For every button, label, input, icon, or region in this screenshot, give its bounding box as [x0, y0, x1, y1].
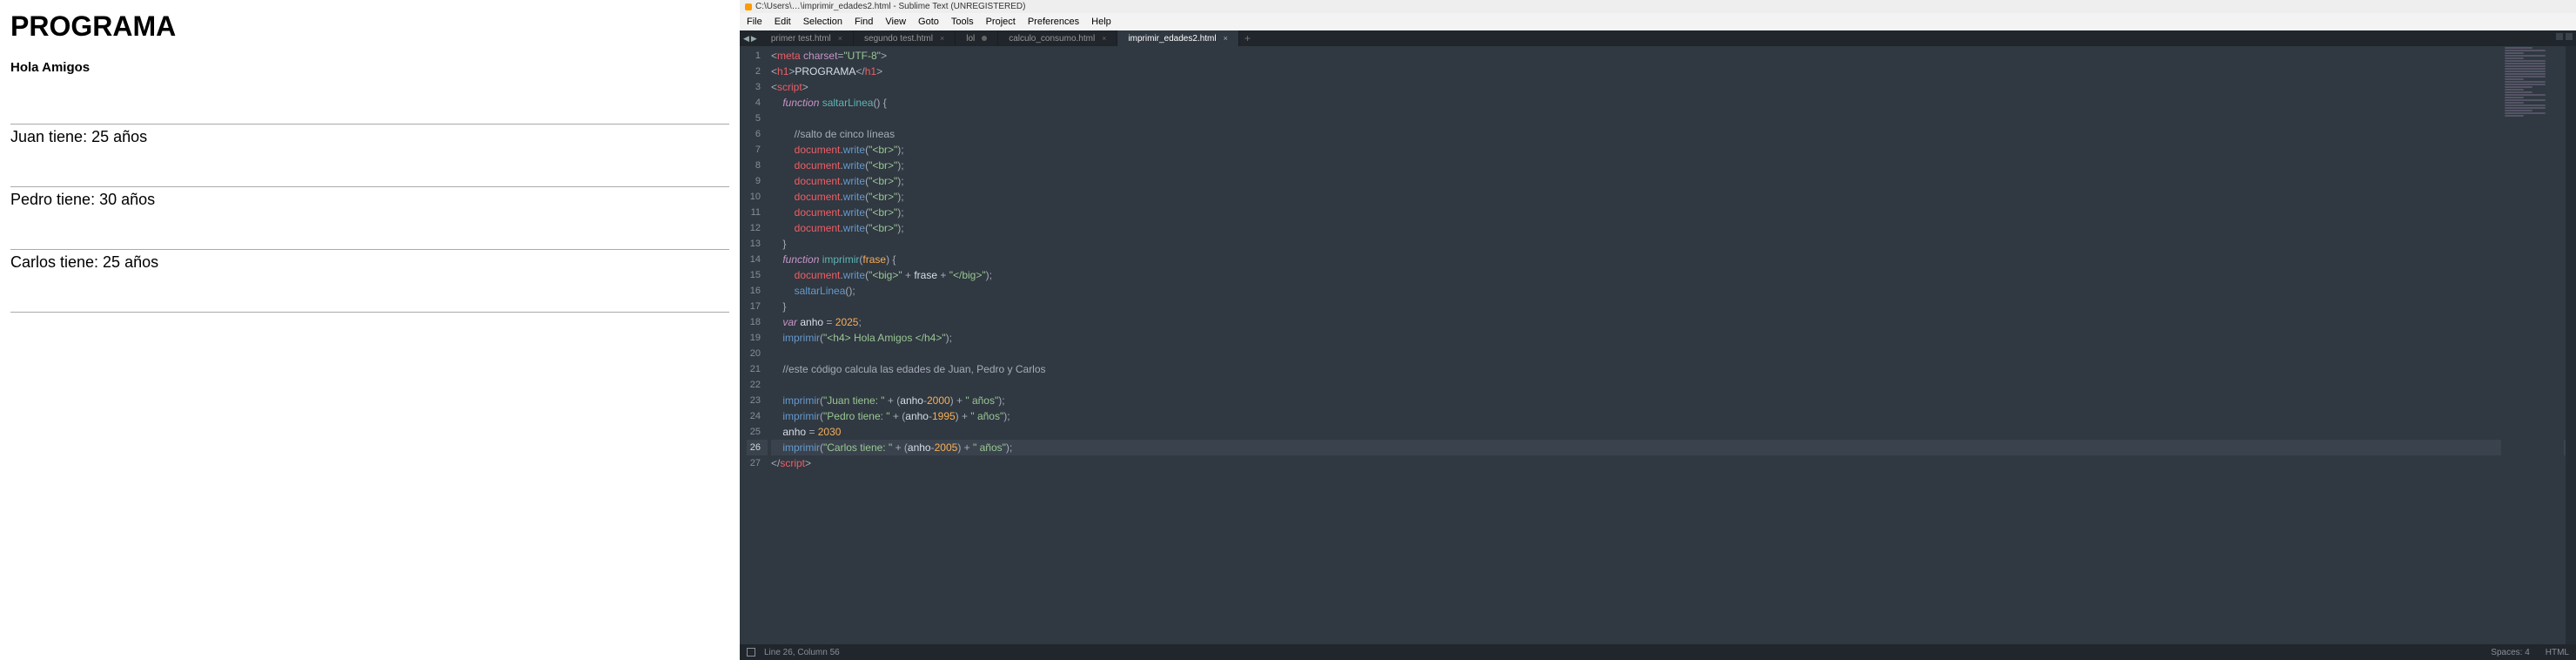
menu-goto[interactable]: Goto — [918, 15, 939, 29]
close-icon[interactable]: × — [940, 34, 944, 43]
vertical-scrollbar[interactable] — [2566, 46, 2576, 644]
tab-nav-fwd-icon[interactable]: ▶ — [751, 34, 757, 44]
menu-view[interactable]: View — [885, 15, 906, 29]
menu-find[interactable]: Find — [855, 15, 873, 29]
tab-label: segundo test.html — [864, 34, 933, 44]
app-icon — [745, 3, 752, 10]
window-titlebar: C:\Users\…\imprimir_edades2.html - Subli… — [740, 0, 2576, 13]
tab-segundo-test[interactable]: segundo test.html × — [854, 30, 956, 46]
menu-tools[interactable]: Tools — [951, 15, 974, 29]
tab-label: imprimir_edades2.html — [1128, 34, 1216, 44]
browser-preview: PROGRAMA Hola Amigos Juan tiene: 25 años… — [0, 0, 740, 660]
window-title: C:\Users\…\imprimir_edades2.html - Subli… — [755, 2, 1025, 11]
code[interactable]: <meta charset="UTF-8"><h1>PROGRAMA</h1><… — [768, 46, 2576, 644]
code-area[interactable]: 1234567891011121314151617181920212223242… — [740, 46, 2576, 644]
close-icon[interactable]: × — [1102, 34, 1106, 43]
editor: C:\Users\…\imprimir_edades2.html - Subli… — [740, 0, 2576, 660]
hr — [10, 124, 729, 125]
tab-primer-test[interactable]: primer test.html × — [761, 30, 854, 46]
statusbar: Line 26, Column 56 Spaces: 4 HTML — [740, 644, 2576, 660]
menu-file[interactable]: File — [747, 15, 762, 29]
page-subtitle: Hola Amigos — [10, 60, 729, 75]
menu-help[interactable]: Help — [1091, 15, 1111, 29]
status-cursor: Line 26, Column 56 — [764, 648, 840, 657]
tab-calculo-consumo[interactable]: calculo_consumo.html × — [998, 30, 1117, 46]
new-tab-icon[interactable]: + — [1244, 32, 1251, 44]
hr — [10, 186, 729, 187]
page-title: PROGRAMA — [10, 10, 729, 43]
preview-line: Carlos tiene: 25 años — [10, 253, 158, 271]
tab-label: primer test.html — [771, 34, 831, 44]
dirty-icon — [982, 36, 987, 41]
hr — [10, 312, 729, 313]
menu-project[interactable]: Project — [986, 15, 1016, 29]
status-syntax[interactable]: HTML — [2546, 648, 2569, 657]
close-icon[interactable]: × — [1224, 34, 1228, 43]
minimap[interactable] — [2501, 46, 2564, 644]
hr — [10, 249, 729, 250]
layout-grid-icon[interactable] — [2556, 33, 2573, 40]
menu-preferences[interactable]: Preferences — [1028, 15, 1079, 29]
panel-switcher-icon[interactable] — [747, 648, 755, 657]
tab-label: calculo_consumo.html — [1009, 34, 1095, 44]
tab-imprimir-edades2[interactable]: imprimir_edades2.html × — [1117, 30, 1238, 46]
tab-lol[interactable]: lol — [956, 30, 998, 46]
close-icon[interactable]: × — [838, 34, 842, 43]
menubar: File Edit Selection Find View Goto Tools… — [740, 13, 2576, 30]
menu-edit[interactable]: Edit — [775, 15, 791, 29]
tab-label: lol — [966, 34, 975, 44]
menu-selection[interactable]: Selection — [803, 15, 842, 29]
tabbar: ◀ ▶ primer test.html × segundo test.html… — [740, 30, 2576, 46]
status-spaces[interactable]: Spaces: 4 — [2491, 648, 2529, 657]
gutter: 1234567891011121314151617181920212223242… — [740, 46, 768, 644]
preview-line: Pedro tiene: 30 años — [10, 191, 155, 208]
preview-line: Juan tiene: 25 años — [10, 128, 147, 145]
tab-nav-back-icon[interactable]: ◀ — [743, 34, 749, 44]
